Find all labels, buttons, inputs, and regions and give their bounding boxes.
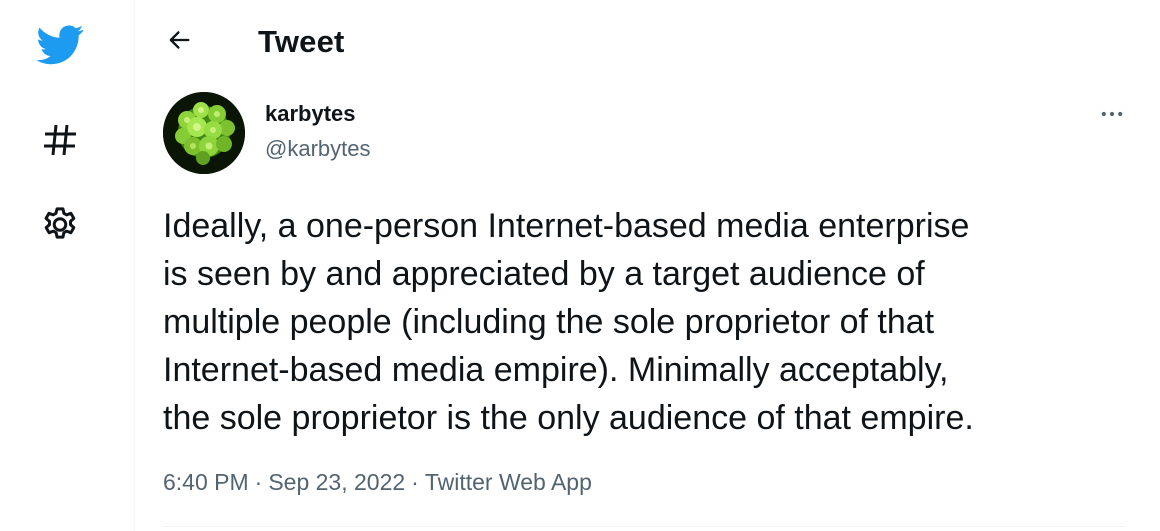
twitter-logo-link[interactable] bbox=[34, 19, 86, 71]
author-display-name[interactable]: karbytes bbox=[265, 100, 356, 128]
more-options-button[interactable] bbox=[1090, 94, 1134, 138]
page-header: Tweet bbox=[135, 0, 1160, 84]
tweet-time: 6:40 PM bbox=[163, 469, 249, 495]
twitter-bird-icon bbox=[36, 25, 84, 65]
divider bbox=[163, 526, 1125, 527]
hashtag-icon bbox=[40, 120, 80, 160]
arrow-left-icon bbox=[165, 26, 193, 59]
avatar[interactable] bbox=[163, 92, 245, 174]
explore-nav-button[interactable] bbox=[34, 114, 86, 166]
tweet-date: Sep 23, 2022 bbox=[268, 469, 406, 495]
left-nav-rail bbox=[0, 0, 135, 531]
meta-separator: · bbox=[411, 469, 419, 495]
main-column: Tweet karbytes @karbytes Ideally, a one-… bbox=[135, 0, 1160, 531]
tweet-metadata: 6:40 PM · Sep 23, 2022 · Twitter Web App bbox=[163, 466, 592, 498]
settings-nav-button[interactable] bbox=[34, 199, 86, 251]
app-window: Tweet karbytes @karbytes Ideally, a one-… bbox=[0, 0, 1160, 531]
more-horizontal-icon bbox=[1098, 100, 1126, 133]
back-button[interactable] bbox=[157, 20, 201, 64]
meta-separator: · bbox=[254, 469, 263, 495]
tweet-text: Ideally, a one-person Internet-based med… bbox=[163, 207, 974, 437]
tweet-source-link[interactable]: Twitter Web App bbox=[425, 469, 592, 495]
gear-icon bbox=[39, 204, 81, 246]
tweet-time-link[interactable]: 6:40 PM · Sep 23, 2022 bbox=[163, 469, 405, 495]
page-title: Tweet bbox=[258, 24, 345, 59]
author-handle[interactable]: @karbytes bbox=[265, 135, 370, 163]
